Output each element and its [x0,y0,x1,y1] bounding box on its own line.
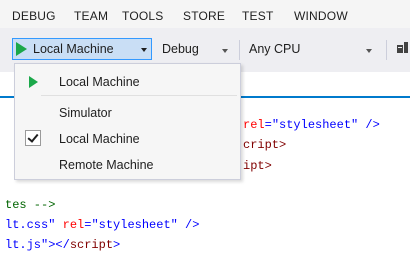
code-attr: rel [243,118,265,132]
menu-team[interactable]: TEAM [74,9,108,23]
play-icon [29,76,38,88]
chevron-down-icon[interactable] [141,48,147,52]
dropdown-item-local-machine-run[interactable]: Local Machine [15,68,240,94]
play-icon [16,42,27,56]
attach-process-icon[interactable] [396,40,410,56]
code-string: "stylesheet" [271,118,359,132]
code-string: "stylesheet" [91,218,178,232]
menu-test[interactable]: TEST [242,9,273,23]
menu-tools[interactable]: TOOLS [122,9,163,23]
configuration-select[interactable]: Debug [158,38,232,60]
code-string: lt.css" [5,218,56,232]
code-eq: = [264,118,272,132]
toolbar-separator [386,40,387,60]
code-punct: /> [358,118,380,132]
dropdown-item-simulator[interactable]: Simulator [15,99,240,125]
run-target-button[interactable]: Local Machine [12,38,152,60]
platform-select[interactable]: Any CPU [245,38,385,60]
dropdown-item-label: Local Machine [59,132,140,146]
code-line-4: tes --> [5,198,55,212]
code-punct: ></ [48,238,70,252]
chevron-down-icon[interactable] [222,49,228,53]
code-punct: > [113,238,121,252]
run-target-dropdown: Local Machine Simulator Local Machine Re… [14,63,241,180]
dropdown-item-label: Local Machine [59,75,140,89]
chevron-down-icon[interactable] [366,49,372,53]
menu-debug[interactable]: DEBUG [12,9,56,23]
code-tag: script [69,238,114,252]
dropdown-separator [41,95,237,96]
code-punct: /> [177,218,200,232]
code-tag: cript> [243,138,287,152]
checkmark-icon [25,130,41,146]
dropdown-item-local-machine[interactable]: Local Machine [15,125,240,151]
configuration-value: Debug [162,42,199,56]
platform-value: Any CPU [249,42,301,56]
code-line-6: lt.js"></script> [5,238,120,252]
code-line-5: lt.css" rel="stylesheet" /> [5,218,199,232]
dropdown-item-remote-machine[interactable]: Remote Machine [15,151,240,177]
menu-bar: DEBUG TEAM TOOLS STORE TEST WINDOW [0,0,410,28]
code-comment: tes --> [5,198,56,212]
menu-window[interactable]: WINDOW [294,9,348,23]
toolbar-separator [239,40,240,60]
dropdown-item-label: Remote Machine [59,158,154,172]
dropdown-item-label: Simulator [59,106,112,120]
run-target-label: Local Machine [33,42,114,56]
code-tag: ipt> [243,159,272,173]
menu-store[interactable]: STORE [183,9,225,23]
code-string: lt.js" [5,238,49,252]
code-attr: rel [55,218,85,232]
